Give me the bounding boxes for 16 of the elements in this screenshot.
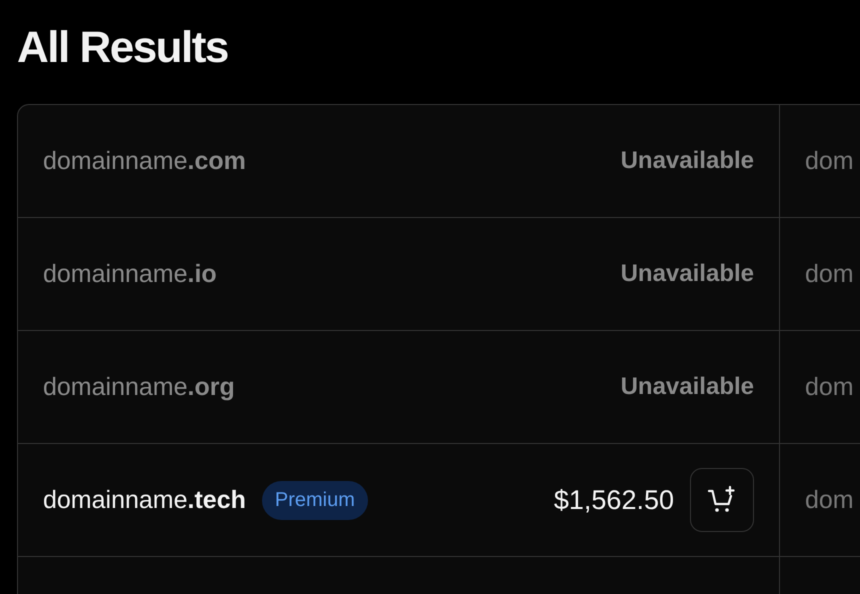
availability-status: Unavailable — [620, 147, 754, 175]
domain-name: dom — [805, 260, 854, 288]
domain-name: dom — [805, 146, 854, 176]
availability-status: Unavailable — [620, 260, 754, 288]
add-to-cart-button[interactable] — [690, 468, 754, 532]
price: $1,562.50 — [554, 484, 674, 516]
domain-name: dom — [805, 372, 854, 402]
domain-name: domainname.com — [43, 146, 246, 176]
availability-status: Unavailable — [620, 373, 754, 401]
page-title: All Results — [17, 22, 229, 74]
domain-name: domainname.io — [43, 260, 217, 288]
domain-name: domainname.tech — [43, 486, 246, 514]
domain-name: domainname.org — [43, 372, 235, 402]
domain-name: dom — [805, 486, 854, 514]
cart-plus-icon — [707, 485, 737, 515]
premium-badge: Premium — [262, 480, 368, 520]
